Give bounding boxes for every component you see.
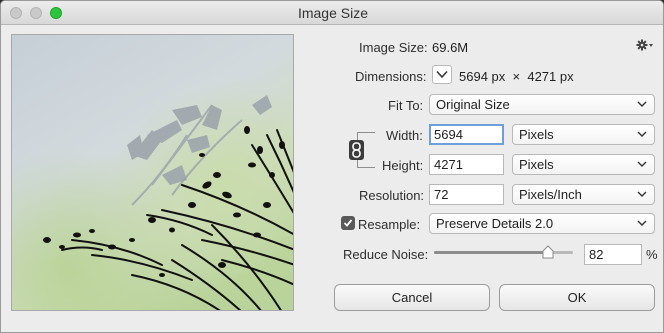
fit-to-selected: Original Size	[436, 97, 510, 112]
constrain-proportions-toggle[interactable]	[349, 140, 364, 160]
fit-to-label: Fit To:	[388, 98, 424, 113]
height-unit-select[interactable]: Pixels	[512, 154, 655, 175]
reduce-noise-slider-fill	[434, 251, 548, 254]
dimensions-height: 4271	[527, 69, 557, 84]
resolution-label: Resolution:	[359, 188, 425, 203]
width-unit-selected: Pixels	[519, 127, 554, 142]
constrain-bracket-bottom	[357, 160, 375, 168]
height-unit-selected: Pixels	[519, 157, 554, 172]
width-unit-select[interactable]: Pixels	[512, 124, 655, 145]
dimensions-separator: ×	[512, 69, 521, 84]
chain-link-icon	[352, 142, 361, 158]
resolution-unit-selected: Pixels/Inch	[519, 187, 582, 202]
dimensions-width-unit: px	[491, 69, 506, 84]
width-label: Width:	[386, 128, 423, 143]
resolution-unit-select[interactable]: Pixels/Inch	[512, 184, 655, 205]
height-input[interactable]: 4271	[429, 154, 504, 175]
constrain-bracket-top	[357, 132, 375, 140]
dimensions-units-toggle[interactable]	[432, 65, 452, 84]
width-input[interactable]: 5694	[429, 124, 504, 145]
image-size-dialog: Image Size Image Size: 69.6M Dimensions:…	[0, 0, 664, 333]
title-bar: Image Size	[1, 1, 663, 25]
dimensions-value: 5694 px × 4271 px	[459, 69, 574, 84]
image-size-value: 69.6M	[432, 40, 469, 55]
preview-artwork	[12, 35, 293, 310]
resample-method-select[interactable]: Preserve Details 2.0	[429, 213, 655, 234]
chevron-down-icon	[436, 70, 448, 79]
checkmark-icon	[343, 219, 353, 227]
image-size-label: Image Size:	[359, 40, 428, 55]
resolution-input[interactable]: 72	[429, 184, 504, 205]
reduce-noise-label: Reduce Noise:	[343, 247, 429, 262]
resample-method-selected: Preserve Details 2.0	[436, 216, 554, 231]
dimensions-width: 5694	[459, 69, 488, 84]
resample-label: Resample:	[358, 217, 421, 232]
height-label: Height:	[382, 158, 424, 173]
chevron-down-icon	[637, 131, 647, 137]
dimensions-height-unit: px	[559, 69, 574, 84]
resample-checkbox[interactable]	[341, 216, 355, 230]
ok-button[interactable]: OK	[499, 284, 655, 311]
reduce-noise-unit: %	[646, 247, 658, 262]
window-title: Image Size	[297, 5, 369, 21]
chevron-down-icon	[637, 191, 647, 197]
cancel-button[interactable]: Cancel	[334, 284, 490, 311]
gear-icon[interactable]	[636, 39, 654, 54]
chevron-down-icon	[637, 161, 647, 167]
reduce-noise-slider-handle[interactable]	[542, 245, 554, 259]
reduce-noise-input[interactable]: 82	[584, 244, 642, 265]
dimensions-label: Dimensions:	[355, 69, 427, 84]
fit-to-select[interactable]: Original Size	[429, 94, 655, 115]
image-preview[interactable]	[11, 34, 294, 311]
chevron-down-icon	[637, 101, 647, 107]
chevron-down-icon	[637, 220, 647, 226]
